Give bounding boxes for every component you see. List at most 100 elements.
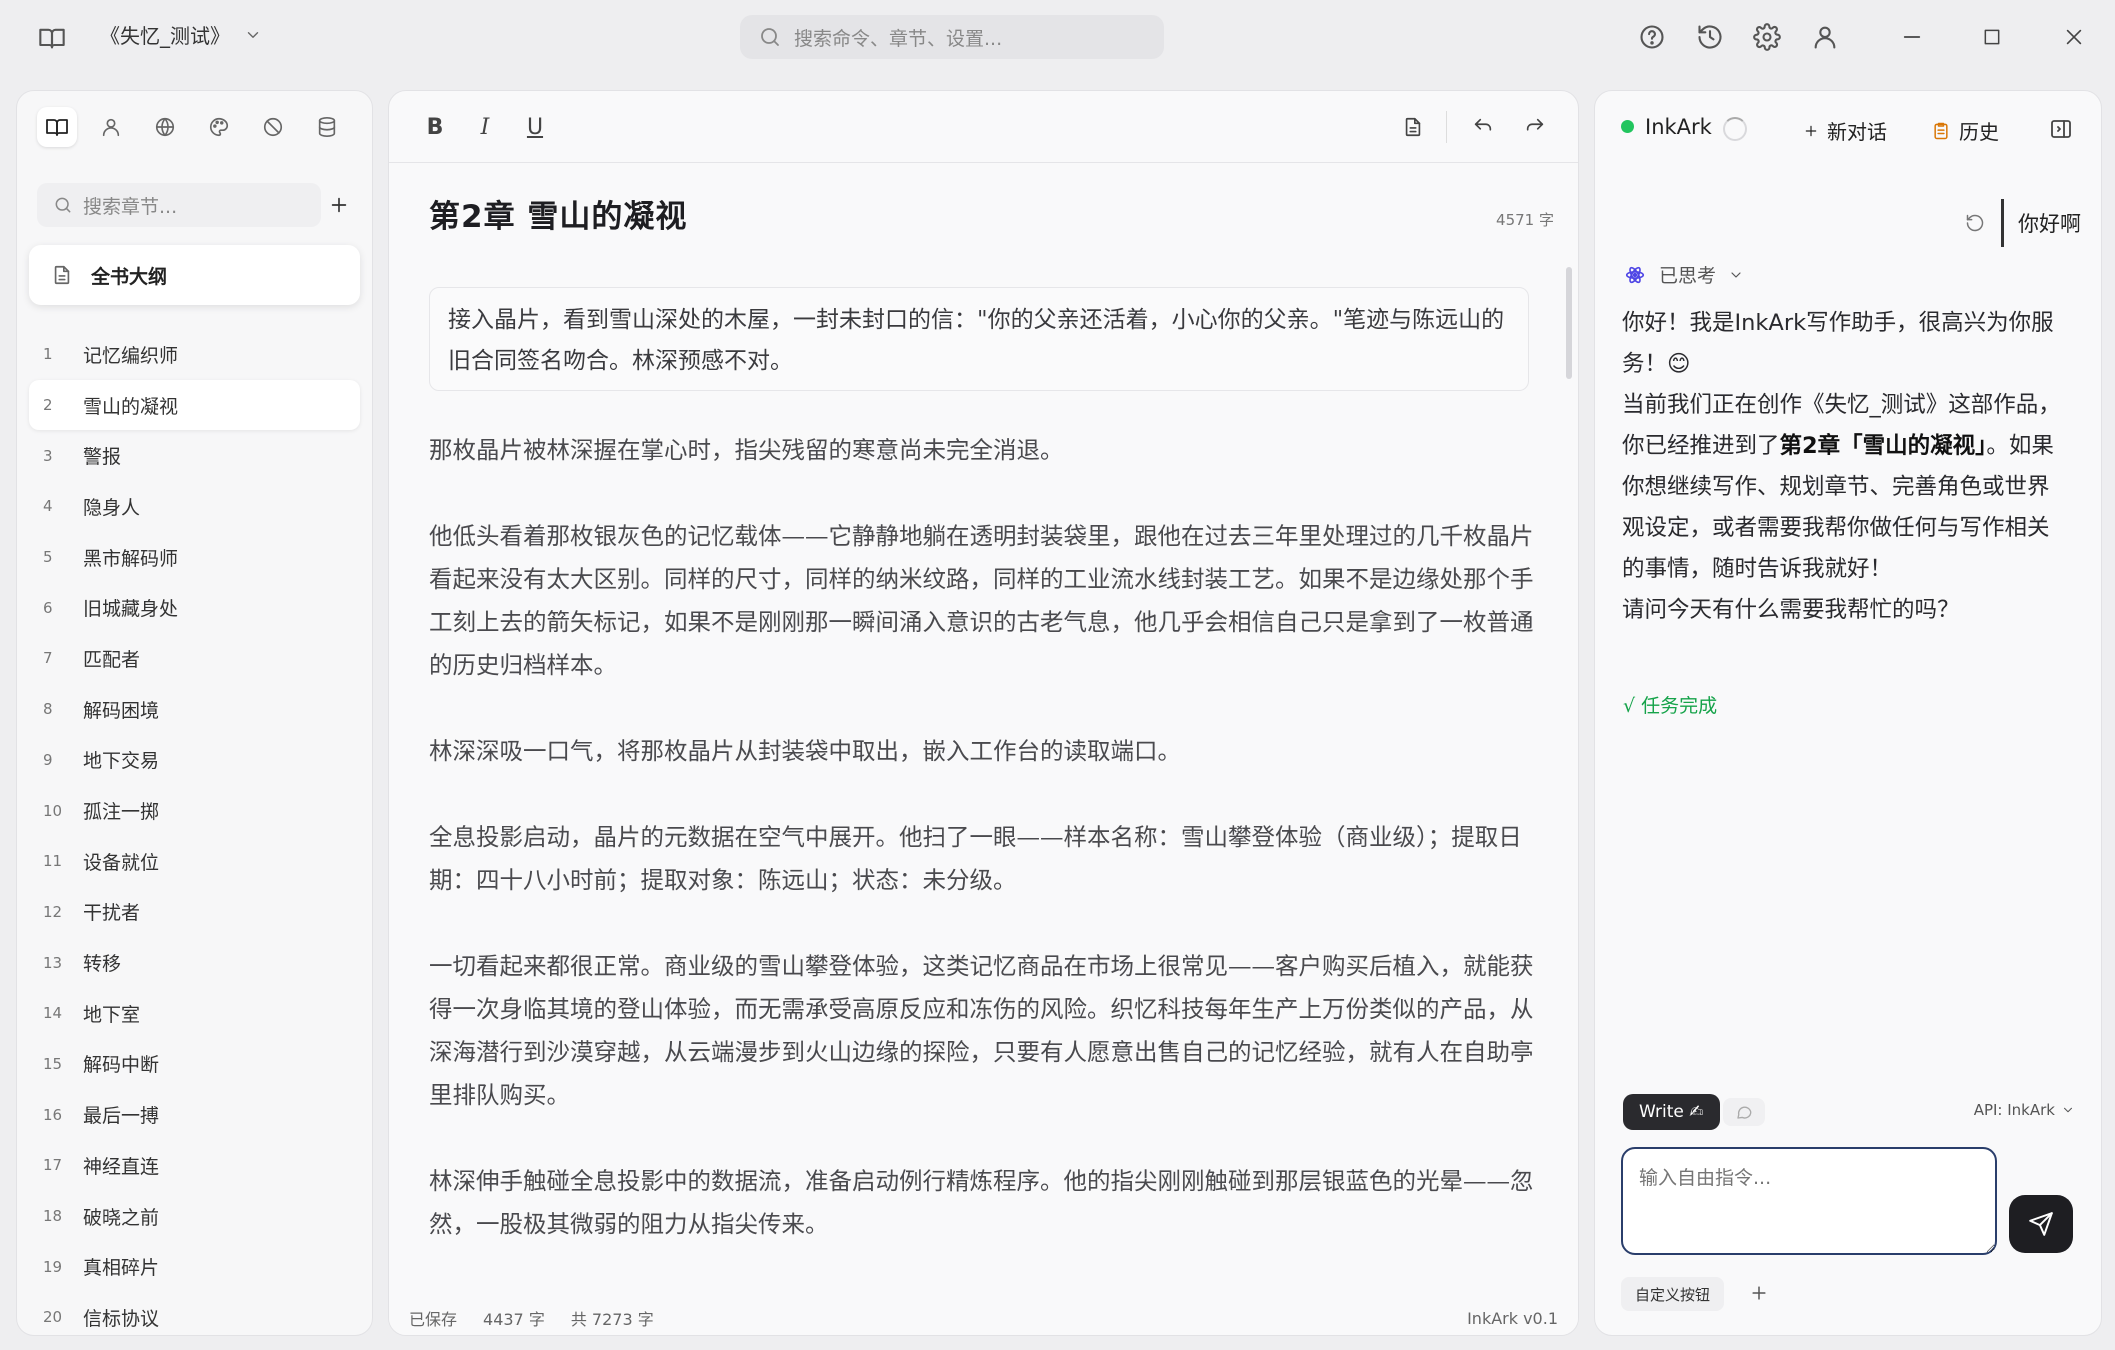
help-icon[interactable] <box>1635 20 1669 54</box>
book-outline-button[interactable]: 全书大纲 <box>29 245 360 305</box>
chapter-item[interactable]: 10 孤注一掷 <box>29 785 360 836</box>
undo-icon[interactable] <box>1467 111 1499 143</box>
chapter-search-placeholder: 搜索章节... <box>83 195 178 218</box>
gear-icon[interactable] <box>1750 20 1784 54</box>
underline-button[interactable]: U <box>519 111 551 143</box>
chapter-item[interactable]: 16 最后一搏 <box>29 1089 360 1140</box>
chapter-number: 16 <box>43 1105 63 1124</box>
database-tab-icon[interactable] <box>307 107 347 147</box>
chapter-item[interactable]: 9 地下交易 <box>29 735 360 786</box>
user-message-text: 你好啊 <box>2018 212 2081 236</box>
total-char-count: 共 7273 字 <box>570 1310 654 1329</box>
chapter-title: 孤注一掷 <box>83 801 160 824</box>
loading-spinner-icon <box>1723 117 1747 141</box>
send-button[interactable] <box>2009 1195 2073 1253</box>
history-icon[interactable] <box>1693 20 1727 54</box>
assistant-panel: InkArk 新对话 历史 你好啊 已思考 你好！我是InkArk写作助手，很高… <box>1594 90 2102 1336</box>
chapter-item[interactable]: 11 设备就位 <box>29 836 360 887</box>
chapter-item[interactable]: 6 旧城藏身处 <box>29 582 360 633</box>
chapter-title-heading[interactable]: 第2章 雪山的凝视 <box>429 191 687 236</box>
book-title: 《失忆_测试》 <box>100 24 230 48</box>
chapter-title: 旧城藏身处 <box>83 598 179 621</box>
add-custom-button-plus-icon[interactable] <box>1745 1279 1773 1307</box>
chevron-down-icon <box>244 26 262 44</box>
style-tab-palette-icon[interactable] <box>199 107 239 147</box>
chapter-item-active[interactable]: 2 雪山的凝视 <box>29 379 360 431</box>
editor-scrollbar[interactable] <box>1566 267 1572 379</box>
chapter-list: 1 记忆编织师 2 雪山的凝视 3 警报 4 隐身人 5 黑市解码师 6 旧城藏身处 7 匹配… <box>29 329 360 1343</box>
chapter-item[interactable]: 20 信标协议 <box>29 1292 360 1343</box>
chapter-item[interactable]: 1 记忆编织师 <box>29 329 360 380</box>
chapter-number: 2 <box>43 396 53 415</box>
chapters-tab-book-icon[interactable] <box>37 107 77 147</box>
chapter-title: 隐身人 <box>83 496 141 519</box>
chapter-item[interactable]: 5 黑市解码师 <box>29 532 360 583</box>
chapter-title: 破晓之前 <box>83 1206 160 1229</box>
chapter-search-input[interactable]: 搜索章节... <box>37 183 321 227</box>
add-chapter-plus-icon[interactable] <box>323 189 355 221</box>
chapter-number: 19 <box>43 1257 63 1276</box>
chapter-title: 雪山的凝视 <box>83 395 179 418</box>
chapter-sidebar: 搜索章节... 全书大纲 1 记忆编织师 2 雪山的凝视 3 警报 4 隐身人 5 黑市解… <box>16 90 373 1336</box>
chapter-item[interactable]: 8 解码困境 <box>29 684 360 735</box>
chapter-item[interactable]: 17 神经直连 <box>29 1140 360 1191</box>
chapter-item[interactable]: 4 隐身人 <box>29 481 360 532</box>
write-mode-button[interactable]: Write ✍ <box>1623 1094 1720 1130</box>
chapter-title: 设备就位 <box>83 851 160 874</box>
assistant-name: InkArk <box>1645 115 1712 139</box>
save-status: 已保存 <box>409 1310 458 1329</box>
chapter-title: 解码困境 <box>83 699 160 722</box>
document-outline-icon[interactable] <box>1397 111 1429 143</box>
paragraph: 一切看起来都很正常。商业级的雪山攀登体验，这类记忆商品在市场上很常见——客户购买… <box>429 952 1534 1109</box>
chapter-item[interactable]: 14 地下室 <box>29 988 360 1039</box>
command-search[interactable]: 搜索命令、章节、设置... <box>740 15 1164 59</box>
chevron-down-icon <box>2061 1103 2075 1117</box>
chevron-down-icon <box>1728 267 1744 283</box>
world-tab-globe-icon[interactable] <box>145 107 185 147</box>
forbidden-tab-ban-icon[interactable] <box>253 107 293 147</box>
chapter-title: 地下交易 <box>83 750 160 773</box>
chapter-item[interactable]: 12 干扰者 <box>29 887 360 938</box>
book-icon[interactable] <box>36 22 68 54</box>
api-label: API: InkArk <box>1973 1101 2055 1119</box>
book-selector[interactable]: 《失忆_测试》 <box>100 20 262 49</box>
chapter-body[interactable]: 那枚晶片被林深握在掌心时，指尖残留的寒意尚未完全消退。 他低头看着那枚银灰色的记… <box>429 429 1541 1289</box>
chat-bubble-icon[interactable] <box>1723 1098 1765 1126</box>
user-icon[interactable] <box>1808 20 1842 54</box>
api-selector[interactable]: API: InkArk <box>1974 1101 2075 1119</box>
task-complete-status: √ 任务完成 <box>1623 695 1718 717</box>
maximize-icon[interactable] <box>1975 20 2009 54</box>
custom-button[interactable]: 自定义按钮 <box>1621 1277 1725 1311</box>
plus-icon <box>1803 123 1819 139</box>
minimize-icon[interactable] <box>1895 20 1929 54</box>
close-icon[interactable] <box>2057 20 2091 54</box>
collapse-panel-icon[interactable] <box>2047 115 2075 143</box>
chapter-number: 7 <box>43 649 53 668</box>
chapter-summary[interactable]: 接入晶片，看到雪山深处的木屋，一封未封口的信："你的父亲还活着，小心你的父亲。"… <box>429 287 1529 391</box>
chapter-number: 8 <box>43 700 53 719</box>
chapter-item[interactable]: 7 匹配者 <box>29 633 360 684</box>
characters-tab-user-icon[interactable] <box>91 107 131 147</box>
user-message: 你好啊 <box>1963 199 2081 247</box>
new-chat-button[interactable]: 新对话 <box>1803 116 1887 145</box>
chapter-number: 13 <box>43 953 63 972</box>
thought-toggle[interactable]: 已思考 <box>1623 261 1744 288</box>
editor-panel: B I U 第2章 雪山的凝视 4571 字 接入晶片，看到雪山深处的木屋，一封… <box>388 90 1579 1336</box>
chapter-number: 11 <box>43 852 63 871</box>
italic-button[interactable]: I <box>469 111 501 143</box>
app-version: InkArk v0.1 <box>1467 1308 1558 1328</box>
chapter-number: 6 <box>43 598 53 617</box>
chapter-title: 干扰者 <box>83 902 141 925</box>
chapter-item[interactable]: 19 真相碎片 <box>29 1241 360 1292</box>
chapter-item[interactable]: 18 破晓之前 <box>29 1191 360 1242</box>
bold-button[interactable]: B <box>419 111 451 143</box>
chapter-item[interactable]: 3 警报 <box>29 430 360 481</box>
assistant-reply: 你好！我是InkArk写作助手，很高兴为你服务！😊 当前我们正在创作《失忆_测试… <box>1622 303 2062 631</box>
chapter-item[interactable]: 13 转移 <box>29 937 360 988</box>
retry-icon[interactable] <box>1963 211 1987 235</box>
chapter-word-count: 4571 字 <box>1496 211 1554 229</box>
chapter-item[interactable]: 15 解码中断 <box>29 1039 360 1090</box>
redo-icon[interactable] <box>1519 111 1551 143</box>
command-input[interactable] <box>1621 1147 1997 1255</box>
chat-history-button[interactable]: 历史 <box>1931 116 1999 145</box>
